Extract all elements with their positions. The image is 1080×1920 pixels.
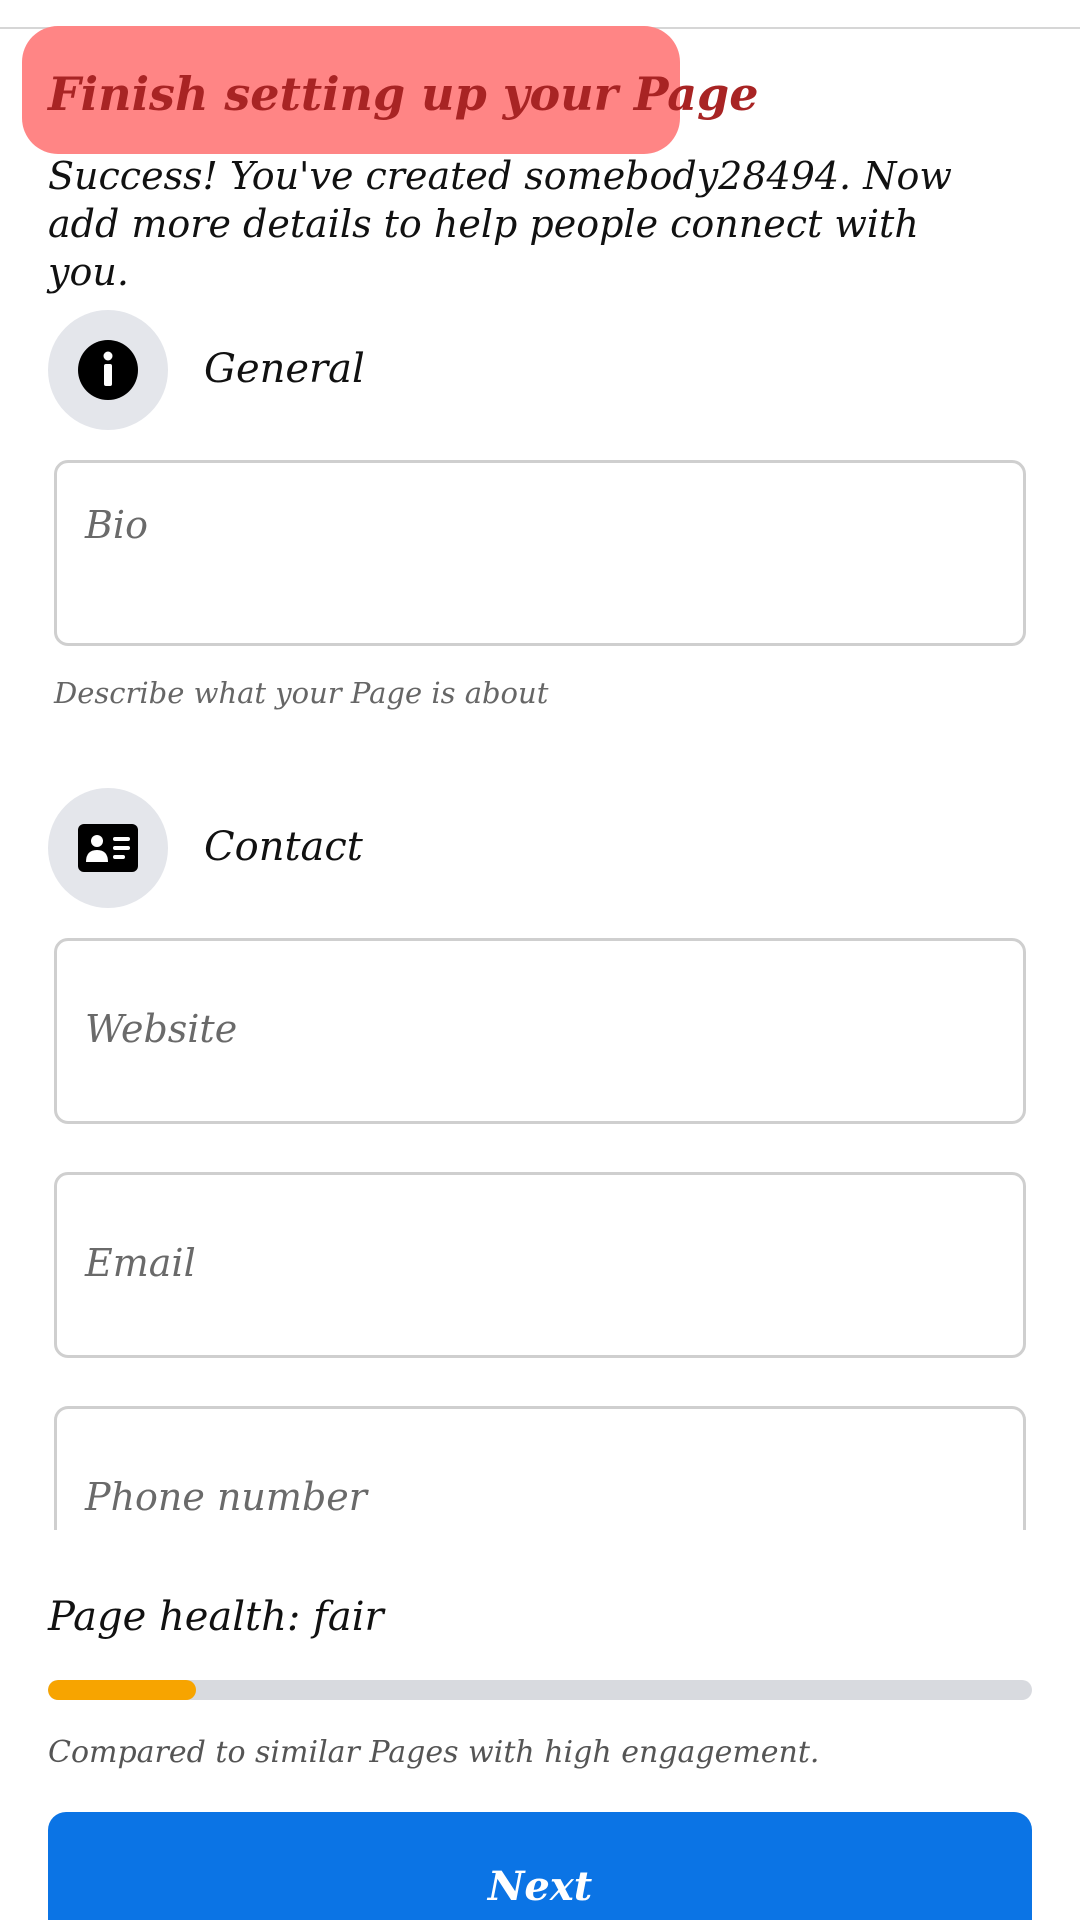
bio-helper-text: Describe what your Page is about — [54, 676, 549, 710]
email-placeholder: Email — [85, 1241, 196, 1285]
page-health-progress-track — [48, 1680, 1032, 1700]
intro-text: Success! You've created somebody28494. N… — [48, 154, 952, 294]
bio-placeholder: Bio — [85, 503, 148, 547]
page-title: Finish setting up your Page — [48, 67, 759, 121]
general-section-icon — [48, 310, 168, 430]
next-button[interactable]: Next — [48, 1812, 1032, 1920]
contact-section-icon — [48, 788, 168, 908]
website-field[interactable]: Website — [54, 938, 1026, 1124]
info-icon — [78, 340, 138, 400]
website-placeholder: Website — [85, 1007, 238, 1051]
page-health-progress-fill — [48, 1680, 196, 1700]
general-section-title: General — [204, 346, 365, 392]
contact-card-icon — [78, 824, 138, 872]
bio-field[interactable]: Bio — [54, 460, 1026, 646]
phone-placeholder: Phone number — [85, 1475, 367, 1519]
page-health-caption: Compared to similar Pages with high enga… — [48, 1735, 820, 1770]
contact-section-title: Contact — [204, 824, 363, 870]
email-field[interactable]: Email — [54, 1172, 1026, 1358]
phone-field[interactable]: Phone number — [54, 1406, 1026, 1530]
page-health-label: Page health: fair — [48, 1594, 384, 1640]
